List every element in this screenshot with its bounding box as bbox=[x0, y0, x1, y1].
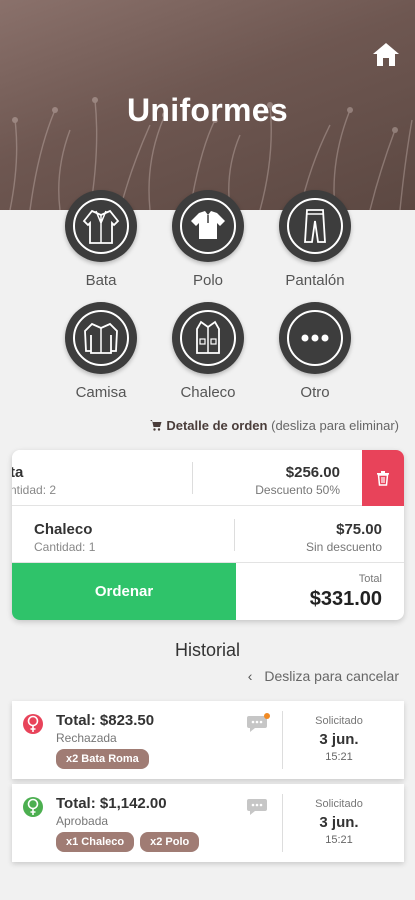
total-value: $331.00 bbox=[309, 588, 382, 610]
category-label: Pantalón bbox=[285, 272, 345, 289]
order-item-row[interactable]: Chaleco Cantidad: 1 $75.00 Sin descuento bbox=[12, 507, 404, 563]
category-otro[interactable]: Otro bbox=[260, 302, 370, 401]
pants-icon bbox=[287, 198, 343, 254]
history-title: Historial bbox=[174, 640, 240, 660]
requested-time: 15:21 bbox=[325, 834, 353, 846]
category-pantalon[interactable]: Pantalón bbox=[260, 190, 370, 289]
category-polo[interactable]: Polo bbox=[153, 190, 263, 289]
history-state: Rechazada bbox=[56, 731, 117, 745]
requested-label: Solicitado bbox=[315, 715, 363, 727]
total-label: Total bbox=[358, 573, 382, 585]
order-item-row[interactable]: ta ntidad: 2 $256.00 Descuento 50% bbox=[12, 450, 404, 506]
shirt-icon bbox=[73, 310, 129, 366]
category-label: Otro bbox=[300, 384, 330, 401]
history-total: Total: $823.50 bbox=[56, 712, 155, 729]
category-label: Camisa bbox=[75, 384, 127, 401]
item-tag: x2 Bata Roma bbox=[56, 749, 149, 769]
requested-time: 15:21 bbox=[325, 751, 353, 763]
order-item-qty: ntidad: 2 bbox=[12, 483, 57, 497]
history-hint-text: Desliza para cancelar bbox=[264, 668, 399, 684]
category-label: Polo bbox=[192, 272, 224, 289]
requested-date: 3 jun. bbox=[319, 814, 359, 831]
item-tag: x1 Chaleco bbox=[56, 832, 135, 852]
category-label: Chaleco bbox=[180, 384, 236, 401]
home-button[interactable] bbox=[371, 40, 401, 68]
page-title: Uniformes bbox=[127, 92, 288, 128]
order-item-price: $75.00 bbox=[336, 521, 382, 538]
unread-badge bbox=[264, 713, 270, 719]
vest-icon bbox=[180, 310, 236, 366]
requested-label: Solicitado bbox=[315, 798, 363, 810]
requested-date: 3 jun. bbox=[319, 731, 359, 748]
history-card[interactable]: Total: $823.50 Rechazada x2 Bata Roma So… bbox=[12, 701, 404, 779]
category-label: Bata bbox=[85, 272, 117, 289]
order-item-discount: Descuento 50% bbox=[255, 483, 340, 497]
header-banner: Uniformes bbox=[0, 0, 415, 210]
history-state: Aprobada bbox=[56, 814, 109, 828]
order-item-qty: Cantidad: 1 bbox=[34, 540, 96, 554]
home-icon bbox=[373, 43, 399, 66]
order-button[interactable]: Ordenar bbox=[12, 563, 236, 620]
cart-icon bbox=[150, 420, 162, 431]
order-item-name: ta bbox=[12, 464, 24, 481]
delete-item-button[interactable] bbox=[362, 450, 404, 506]
approved-status-icon bbox=[23, 797, 43, 817]
order-item-price: $256.00 bbox=[285, 464, 340, 481]
polo-shirt-icon bbox=[180, 198, 236, 254]
item-tag: x2 Polo bbox=[140, 832, 200, 852]
category-camisa[interactable]: Camisa bbox=[46, 302, 156, 401]
history-hint: ‹ Desliza para cancelar bbox=[248, 668, 399, 684]
chat-icon[interactable] bbox=[246, 796, 270, 818]
category-chaleco[interactable]: Chaleco bbox=[153, 302, 263, 401]
order-item-discount: Sin descuento bbox=[305, 540, 382, 554]
rejected-status-icon bbox=[23, 714, 43, 734]
history-total: Total: $1,142.00 bbox=[56, 795, 167, 812]
chat-icon[interactable] bbox=[246, 713, 270, 735]
order-card: ta ntidad: 2 $256.00 Descuento 50% Chale… bbox=[12, 450, 404, 620]
order-detail-hint: (desliza para eliminar) bbox=[271, 418, 399, 433]
robe-icon bbox=[73, 198, 129, 254]
order-detail-header: Detalle de orden (desliza para eliminar) bbox=[150, 418, 399, 433]
category-bata[interactable]: Bata bbox=[46, 190, 156, 289]
history-card[interactable]: Total: $1,142.00 Aprobada x1 Chaleco x2 … bbox=[12, 784, 404, 862]
order-item-name: Chaleco bbox=[34, 521, 93, 538]
order-detail-title: Detalle de orden bbox=[166, 418, 268, 433]
chevron-left-icon: ‹ bbox=[247, 668, 253, 684]
trash-icon bbox=[377, 471, 389, 486]
more-icon bbox=[287, 310, 343, 366]
